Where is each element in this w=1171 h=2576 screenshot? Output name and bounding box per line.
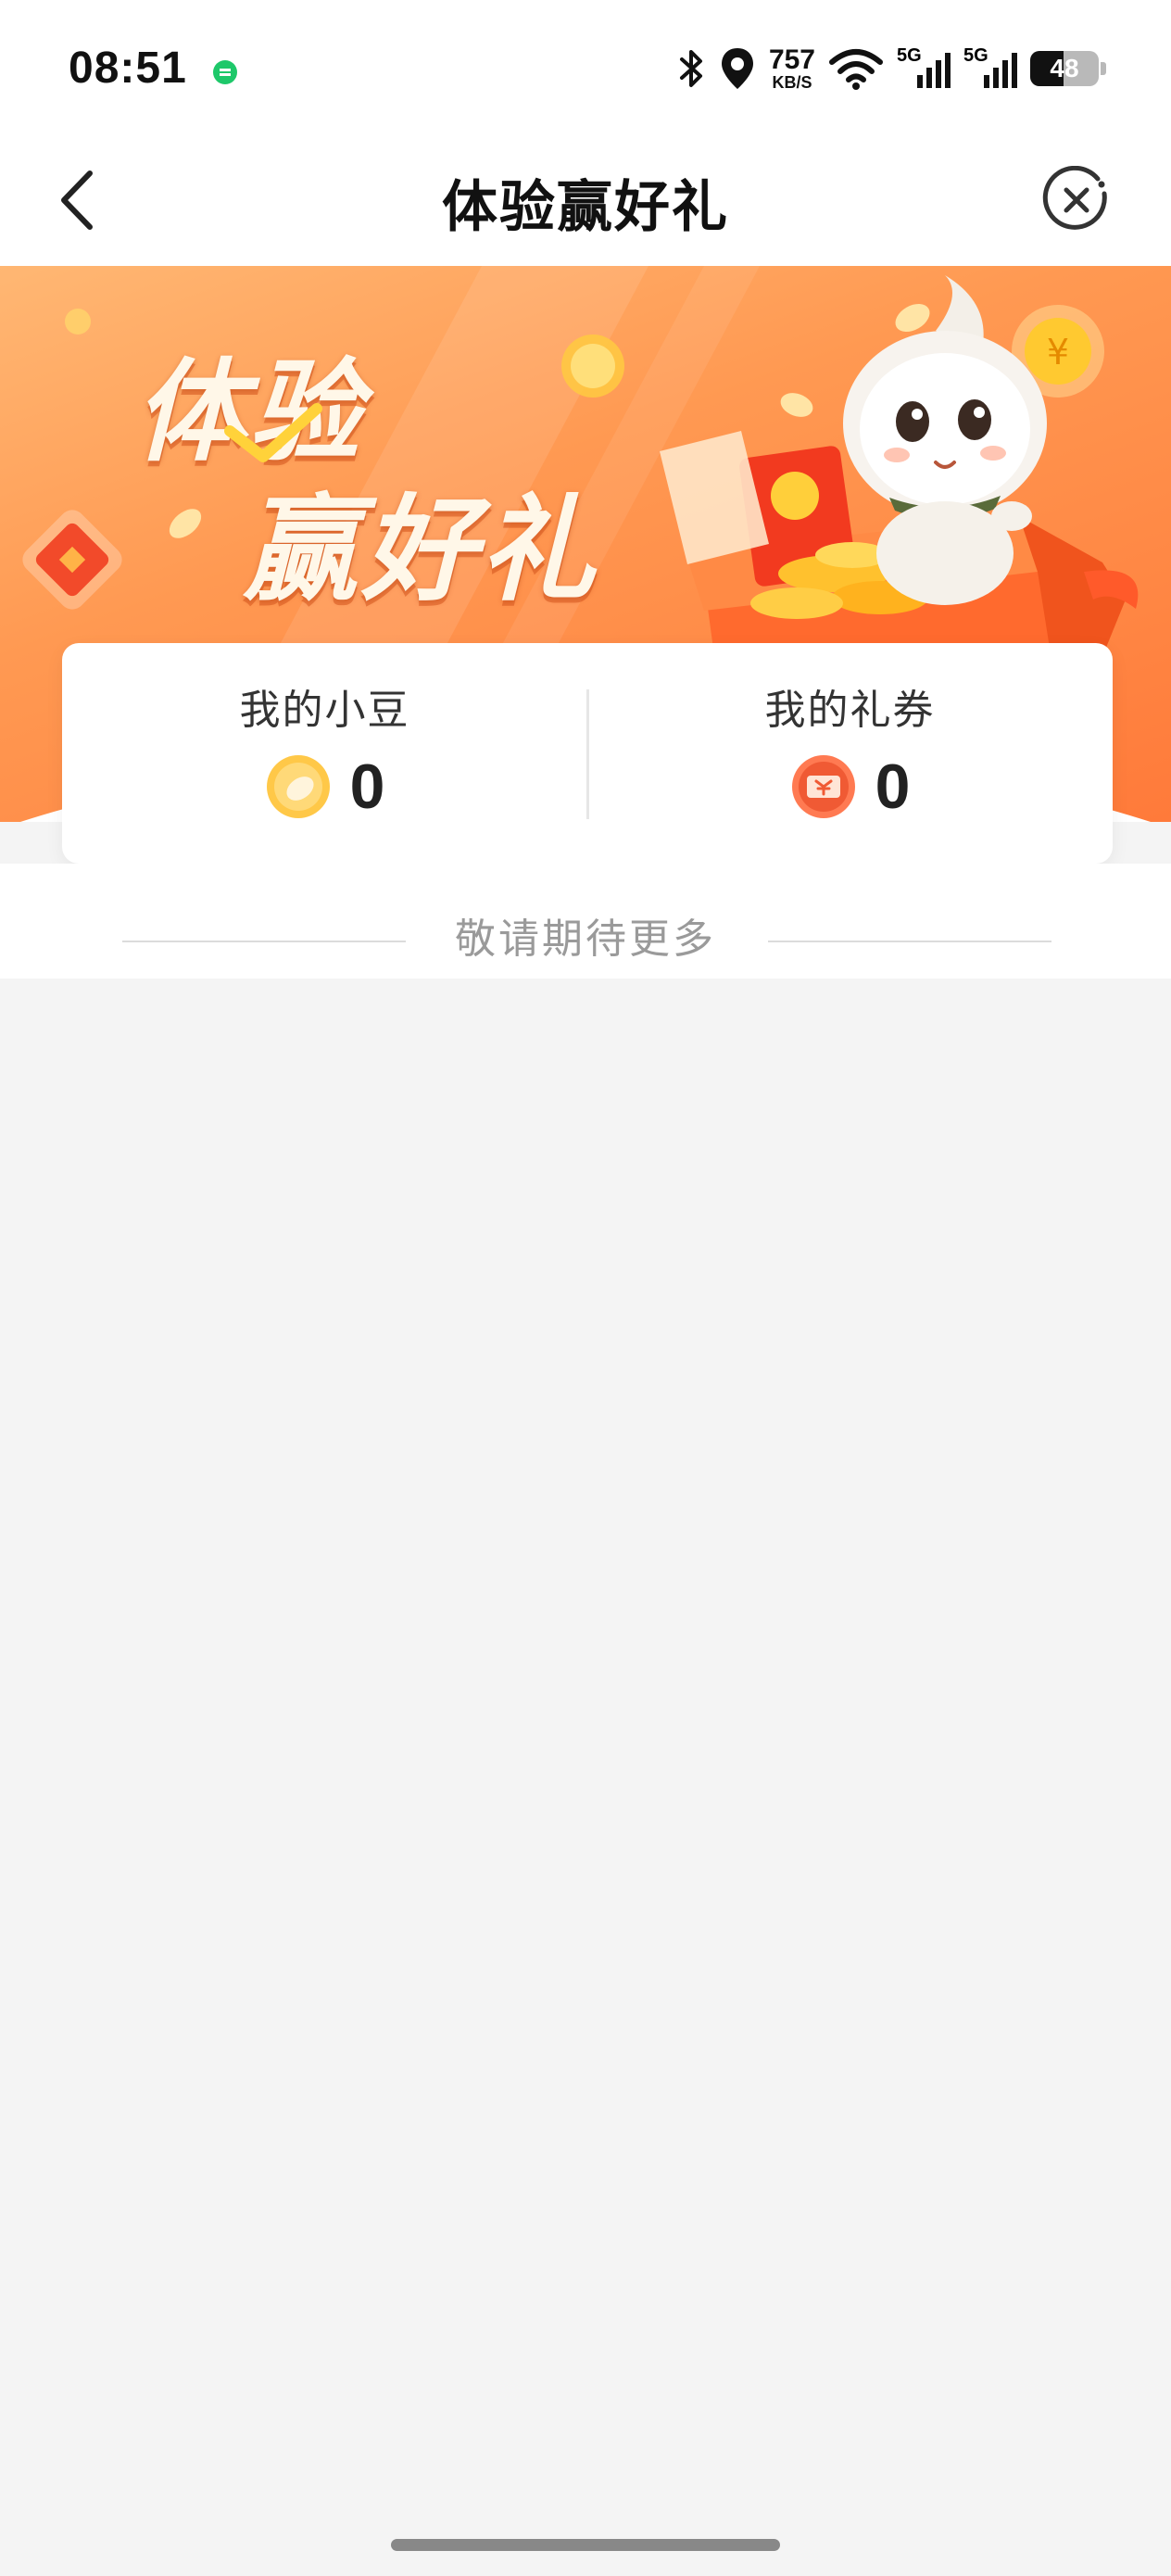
my-beans-stat[interactable]: 我的小豆 0	[62, 643, 587, 864]
page-title: 体验赢好礼	[442, 175, 729, 240]
network-speed: 757 KB/S	[768, 44, 815, 92]
more-coming-section: 敬请期待更多	[0, 864, 1171, 979]
home-indicator[interactable]	[391, 2539, 780, 2551]
my-beans-value: 0	[349, 751, 385, 822]
status-icons: 757 KB/S 5G 5G 48	[678, 41, 1106, 96]
banner-headline-2: 赢好礼	[243, 484, 599, 617]
stats-card: 我的小豆 0 我的礼券 0	[62, 643, 1113, 864]
close-button[interactable]	[1038, 161, 1115, 239]
close-circle-icon	[1042, 166, 1107, 230]
my-coupons-value: 0	[875, 751, 911, 822]
battery-tip	[1101, 62, 1106, 75]
my-coupons-stat[interactable]: 我的礼券 0	[587, 643, 1113, 864]
battery-level: 48	[1050, 54, 1079, 82]
chat-notification-icon	[213, 60, 237, 84]
app-screen: 08:51 757 KB/S 5G 5G 48 体验赢好礼 ¥ 体验 赢好礼 我…	[0, 0, 1171, 2576]
network-speed-unit: KB/S	[772, 73, 812, 92]
bean-coin-icon	[266, 755, 330, 818]
more-coming-text: 敬请期待更多	[455, 915, 716, 963]
cellular-signal-2-icon: 5G	[963, 45, 1017, 92]
checkmark-icon	[224, 403, 322, 462]
my-beans-label: 我的小豆	[239, 687, 410, 734]
coupon-icon	[791, 755, 855, 818]
network-speed-value: 757	[768, 44, 815, 75]
divider-right	[768, 941, 1051, 942]
nav-bar: 体验赢好礼	[0, 134, 1171, 266]
svg-text:¥: ¥	[1047, 332, 1069, 373]
status-bar: 08:51 757 KB/S 5G 5G 48	[0, 0, 1171, 134]
status-time: 08:51	[69, 44, 187, 93]
battery-icon: 48	[1030, 51, 1099, 86]
wifi-icon	[828, 47, 884, 90]
location-icon	[719, 46, 756, 91]
bluetooth-icon	[678, 48, 706, 89]
my-coupons-label: 我的礼券	[764, 687, 936, 734]
cellular-signal-1-icon: 5G	[897, 45, 951, 92]
